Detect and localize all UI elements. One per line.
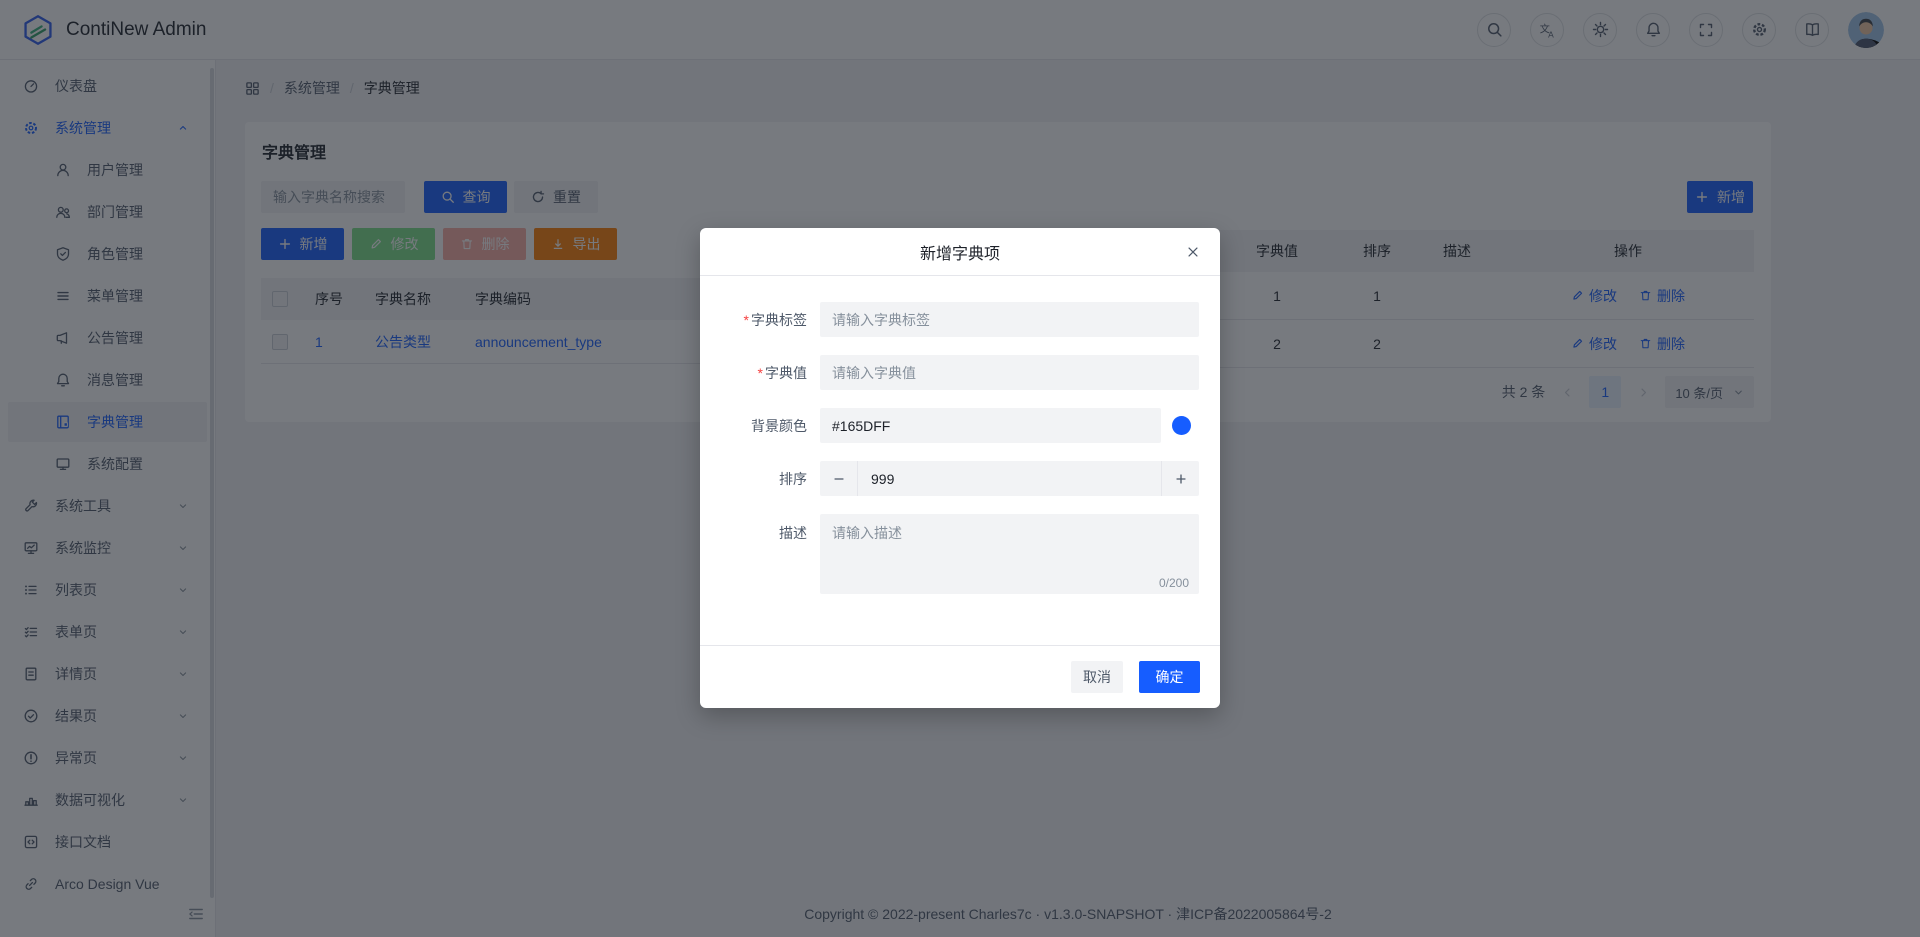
sort-value[interactable]: 999 <box>858 461 1161 496</box>
field-label: 背景颜色 <box>700 416 820 436</box>
field-label: 排序 <box>700 469 820 489</box>
sort-stepper: 999 <box>820 461 1199 496</box>
minus-icon <box>832 472 846 486</box>
form-row-color: 背景颜色 <box>700 408 1199 443</box>
stepper-plus-button[interactable] <box>1161 461 1199 496</box>
form-row-label: *字典标签 <box>700 302 1199 337</box>
confirm-button[interactable]: 确定 <box>1139 661 1200 693</box>
modal-close-button[interactable] <box>1182 241 1204 263</box>
dict-value-input[interactable] <box>820 355 1199 390</box>
color-swatch[interactable] <box>1172 416 1191 435</box>
field-label: 字典值 <box>765 365 807 381</box>
form-row-value: *字典值 <box>700 355 1199 390</box>
stepper-minus-button[interactable] <box>820 461 858 496</box>
plus-icon <box>1174 472 1188 486</box>
char-counter: 0/200 <box>1159 576 1189 590</box>
required-mark: * <box>758 365 763 381</box>
modal-title: 新增字典项 <box>920 240 1000 264</box>
add-dictionary-item-modal: 新增字典项 *字典标签 *字典值 背景颜色 排序 <box>700 228 1220 708</box>
modal-header: 新增字典项 <box>700 228 1220 276</box>
required-mark: * <box>744 312 749 328</box>
cancel-button[interactable]: 取消 <box>1071 661 1123 693</box>
background-color-input[interactable] <box>820 408 1161 443</box>
modal-footer: 取消 确定 <box>700 645 1220 708</box>
modal-body: *字典标签 *字典值 背景颜色 排序 <box>700 276 1220 597</box>
close-icon <box>1186 245 1200 259</box>
dict-label-input[interactable] <box>820 302 1199 337</box>
form-row-sort: 排序 999 <box>700 461 1199 496</box>
field-label: 字典标签 <box>751 312 807 328</box>
field-label: 描述 <box>700 514 820 543</box>
description-textarea[interactable] <box>820 514 1199 594</box>
form-row-description: 描述 0/200 <box>700 514 1199 597</box>
